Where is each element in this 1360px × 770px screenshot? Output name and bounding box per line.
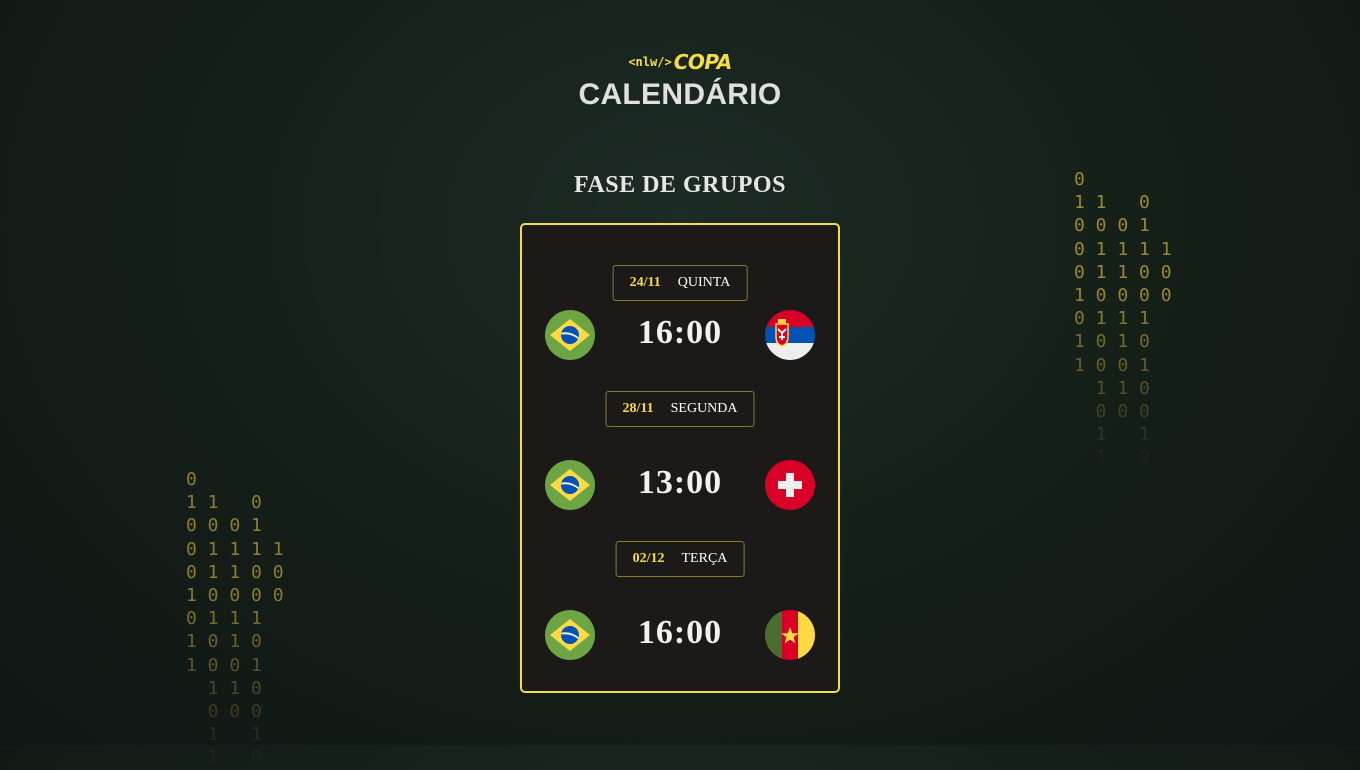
switzerland-flag-icon (765, 460, 815, 510)
match-calendar-card: 24/11 QUINTA 16:00 28/11 SEGUNDA 13:00 0… (520, 223, 840, 693)
app-logo: <nlw/> COPA (0, 50, 1360, 74)
match-row: 16:00 (522, 309, 838, 361)
serbia-flag-icon (765, 310, 815, 360)
match-date-badge: 24/11 QUINTA (612, 265, 748, 301)
page-title: CALENDÁRIO (578, 78, 782, 111)
match-row: 13:00 (522, 459, 838, 511)
logo-nlw-text: <nlw/> (628, 55, 672, 69)
match-weekday: SEGUNDA (670, 401, 738, 416)
match-date: 02/12 (632, 551, 665, 566)
logo-copa-text: COPA (673, 50, 732, 74)
match-date-badge: 02/12 TERÇA (615, 541, 745, 577)
match-date: 28/11 (622, 401, 654, 416)
match-date: 24/11 (629, 275, 661, 290)
match-weekday: QUINTA (677, 275, 731, 290)
match-weekday: TERÇA (681, 551, 728, 566)
binary-decoration-right: 0 1 1 0 0 0 0 1 0 1 1 1 1 0 1 1 0 0 1 0 … (1074, 169, 1172, 469)
section-title: FASE DE GRUPOS (574, 172, 786, 198)
cameroon-flag-icon (765, 610, 815, 660)
match-date-badge: 28/11 SEGUNDA (605, 391, 755, 427)
binary-decoration-left: 0 1 1 0 0 0 0 1 0 1 1 1 1 0 1 1 0 0 1 0 … (186, 469, 284, 769)
match-row: 16:00 (522, 609, 838, 661)
